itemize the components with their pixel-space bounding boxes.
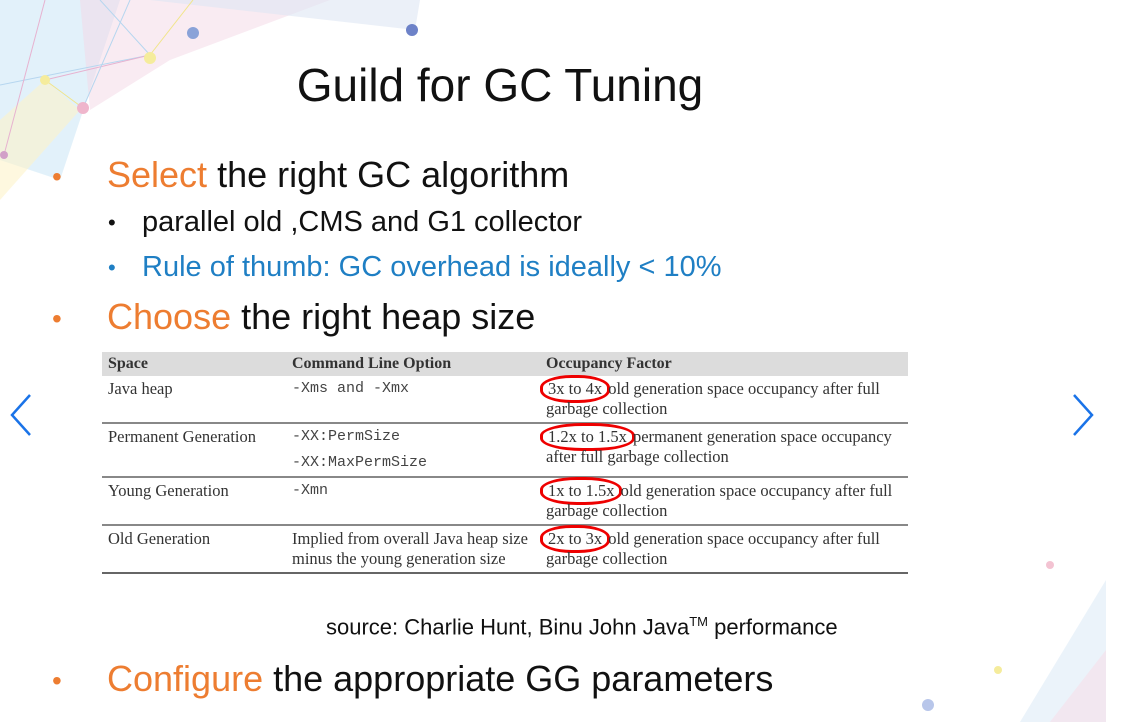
next-slide-button[interactable]: [1068, 392, 1098, 438]
source-text-end: performance: [707, 614, 838, 640]
bullet-accent: Select: [107, 154, 208, 195]
bullet-accent: Configure: [107, 658, 264, 699]
cell-space: Old Generation: [102, 525, 286, 574]
slide-title: Guild for GC Tuning: [296, 59, 704, 111]
chevron-left-icon: [10, 394, 31, 436]
cell-space: Permanent Generation: [102, 423, 286, 478]
source-text: source: Charlie Hunt, Binu John Java: [326, 614, 690, 640]
table-header: Space Command Line Option Occupancy Fact…: [102, 352, 908, 376]
bullet-dot-icon: •: [108, 255, 116, 281]
header-factor: Occupancy Factor: [540, 352, 908, 376]
source-citation: source: Charlie Hunt, Binu John JavaTM p…: [326, 614, 838, 640]
header-space: Space: [102, 352, 286, 376]
cell-factor: 1x to 1.5x old generation space occupanc…: [540, 477, 908, 526]
bullet-dot-icon: •: [52, 303, 62, 335]
bullet-dot-icon: •: [52, 665, 62, 697]
bullet-text: the appropriate GG parameters: [263, 658, 774, 699]
cell-factor: 3x to 4x old generation space occupancy …: [540, 375, 908, 424]
bullet-text: parallel old ,CMS and G1 collector: [142, 206, 583, 238]
bullet-configure: • Configure the appropriate GG parameters: [52, 658, 773, 700]
cell-option: -Xms and -Xmx: [286, 376, 540, 424]
cell-option: -XX:PermSize -XX:MaxPermSize: [286, 423, 540, 478]
table-row: Old Generation Implied from overall Java…: [102, 525, 908, 574]
option-line: -XX:MaxPermSize: [292, 454, 428, 471]
bullet-dot-icon: •: [108, 210, 116, 236]
option-line: -XX:PermSize: [292, 428, 401, 445]
sub-bullet-collectors: • parallel old ,CMS and G1 collector: [108, 206, 582, 239]
cell-factor: 1.2x to 1.5x permanent generation space …: [540, 423, 908, 478]
bullet-dot-icon: •: [52, 161, 62, 193]
cell-space: Young Generation: [102, 477, 286, 526]
header-option: Command Line Option: [286, 352, 540, 376]
network-decoration-bottom: [922, 561, 1106, 722]
chevron-right-icon: [1073, 394, 1094, 436]
cell-space: Java heap: [102, 376, 286, 424]
bullet-accent: Choose: [107, 296, 232, 337]
bullet-text: the right GC algorithm: [207, 154, 570, 195]
bullet-select: • Select the right GC algorithm: [52, 154, 569, 196]
table-row: Java heap -Xms and -Xmx 3x to 4x old gen…: [102, 375, 908, 424]
cell-option: Implied from overall Java heap size minu…: [286, 525, 540, 574]
sub-bullet-rule: • Rule of thumb: GC overhead is ideally <…: [108, 251, 722, 284]
cell-option: -Xmn: [286, 477, 540, 526]
cell-factor: 2x to 3x old generation space occupancy …: [540, 525, 908, 574]
table-row: Permanent Generation -XX:PermSize -XX:Max…: [102, 423, 908, 478]
bullet-text: Rule of thumb: GC overhead is ideally < …: [142, 251, 722, 283]
trademark: TM: [689, 614, 708, 629]
heap-size-table: Space Command Line Option Occupancy Fact…: [102, 352, 908, 574]
previous-slide-button[interactable]: [6, 392, 36, 438]
slide: Guild for GC Tuning • Select the right GC…: [0, 0, 1106, 722]
bullet-choose: • Choose the right heap size: [52, 296, 535, 338]
table-row: Young Generation -Xmn 1x to 1.5x old gen…: [102, 477, 908, 526]
bullet-text: the right heap size: [231, 296, 536, 337]
